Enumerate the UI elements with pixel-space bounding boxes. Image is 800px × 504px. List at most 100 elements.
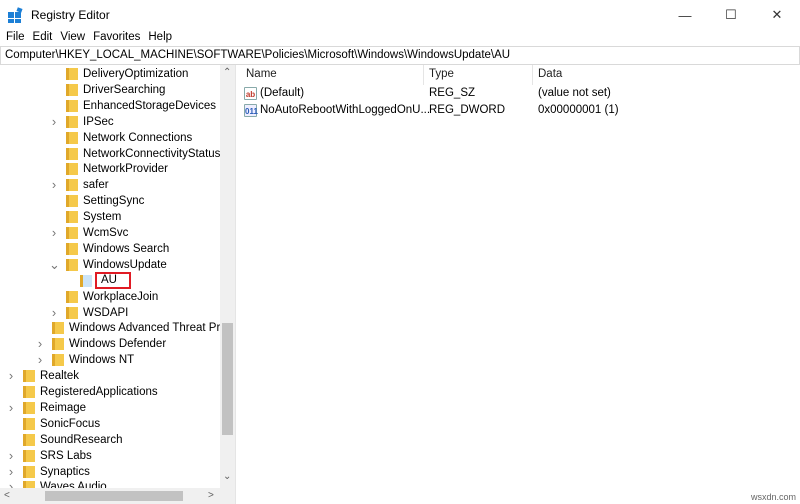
tree-item[interactable]: Synaptics: [23, 464, 92, 480]
tree-item-label: WSDAPI: [83, 306, 129, 319]
tree-vertical-scrollbar[interactable]: ⌃ ⌄: [220, 65, 235, 488]
tree-item-label: Network Connections: [83, 131, 193, 144]
tree-item-label: WcmSvc: [83, 227, 129, 239]
tree-item[interactable]: Windows Search: [66, 241, 171, 257]
menu-view[interactable]: View: [56, 29, 89, 46]
column-data[interactable]: Data: [538, 68, 562, 80]
close-button[interactable]: ✕: [754, 0, 800, 30]
tree-item[interactable]: SRS Labs: [23, 448, 94, 464]
chevron-right-icon[interactable]: ›: [6, 368, 16, 383]
tree-item-label: Reimage: [40, 401, 87, 414]
tree-item-label: SoundResearch: [40, 433, 123, 446]
tree-item[interactable]: Network Connections: [66, 130, 194, 146]
tree-item[interactable]: DeliveryOptimization: [66, 66, 190, 82]
tree-item-label: Windows Defender: [69, 338, 167, 351]
tree-item[interactable]: Windows NT: [52, 352, 136, 368]
tree-item[interactable]: System: [66, 209, 123, 225]
chevron-down-icon[interactable]: ⌄: [49, 257, 60, 273]
tree-item-label: DriverSearching: [83, 83, 166, 96]
address-bar[interactable]: Computer\HKEY_LOCAL_MACHINE\SOFTWARE\Pol…: [0, 46, 800, 65]
folder-icon: [23, 401, 35, 414]
tree-item[interactable]: SoundResearch: [23, 432, 124, 448]
value-name: NoAutoRebootWithLoggedOnU...: [260, 104, 431, 116]
scroll-down-icon[interactable]: ⌄: [223, 471, 231, 482]
menu-help[interactable]: Help: [144, 29, 176, 46]
tree-item[interactable]: WcmSvc: [66, 225, 130, 241]
window-title: Registry Editor: [31, 8, 110, 22]
chevron-right-icon[interactable]: ›: [6, 448, 16, 463]
tree-item-label: System: [83, 211, 122, 224]
folder-icon: [66, 242, 78, 255]
chevron-right-icon[interactable]: ›: [6, 464, 16, 479]
value-name: (Default): [260, 87, 305, 99]
folder-icon: [66, 211, 78, 224]
menu-edit[interactable]: Edit: [29, 29, 57, 46]
tree-item-label: Realtek: [40, 370, 79, 383]
tree-item[interactable]: Windows Advanced Threat Prote: [52, 320, 235, 336]
scrollbar-thumb[interactable]: [45, 491, 183, 501]
tree-item-label: RegisteredApplications: [40, 386, 158, 398]
chevron-right-icon[interactable]: ›: [49, 305, 59, 320]
minimize-button[interactable]: —: [662, 0, 708, 30]
tree-item-label: IPSec: [83, 115, 114, 128]
values-list: Name Type Data ab (Default) REG_SZ (valu…: [240, 65, 800, 504]
folder-icon: [66, 195, 78, 208]
column-name[interactable]: Name: [246, 68, 277, 80]
maximize-button[interactable]: ☐: [708, 0, 754, 30]
dword-value-icon: 011: [244, 104, 258, 117]
tree-item[interactable]: NetworkConnectivityStatusInd: [66, 146, 236, 162]
tree-item[interactable]: SettingSync: [66, 193, 146, 209]
registry-editor-icon: [8, 6, 23, 23]
chevron-right-icon[interactable]: ›: [6, 400, 16, 415]
tree-item[interactable]: WSDAPI: [66, 305, 130, 321]
tree-item[interactable]: EnhancedStorageDevices: [66, 98, 218, 114]
tree-item-label: WindowsUpdate: [83, 258, 167, 271]
tree-item[interactable]: DriverSearching: [66, 82, 167, 98]
folder-icon: [23, 449, 35, 462]
value-row[interactable]: ab (Default) REG_SZ (value not set): [240, 85, 800, 102]
folder-icon: [66, 227, 78, 239]
tree-item[interactable]: Reimage: [23, 400, 88, 416]
watermark: wsxdn.com: [750, 492, 796, 502]
folder-icon: [23, 433, 35, 446]
tree-item-label: SettingSync: [83, 195, 145, 208]
tree-item-label: NetworkConnectivityStatusInd: [83, 147, 236, 160]
key-tree: DeliveryOptimization DriverSearching Enhan…: [0, 65, 236, 504]
value-data: (value not set): [538, 87, 611, 99]
scroll-right-icon[interactable]: >: [208, 490, 214, 501]
value-row[interactable]: 011 NoAutoRebootWithLoggedOnU... REG_DWO…: [240, 102, 800, 119]
tree-item[interactable]: WindowsUpdate: [66, 257, 169, 273]
chevron-right-icon[interactable]: ›: [49, 225, 59, 240]
folder-icon: [66, 179, 78, 192]
tree-item-label: safer: [83, 179, 109, 192]
chevron-right-icon[interactable]: ›: [49, 177, 59, 192]
value-type: REG_DWORD: [429, 104, 506, 116]
tree-item[interactable]: Realtek: [23, 368, 81, 384]
menu-favorites[interactable]: Favorites: [89, 29, 144, 46]
tree-item[interactable]: RegisteredApplications: [23, 384, 160, 400]
tree-item[interactable]: WorkplaceJoin: [66, 289, 160, 305]
chevron-right-icon[interactable]: ›: [49, 114, 59, 129]
tree-item-label: Synaptics: [40, 465, 90, 478]
scroll-left-icon[interactable]: <: [4, 490, 10, 501]
chevron-right-icon[interactable]: ›: [35, 336, 45, 351]
tree-horizontal-scrollbar[interactable]: < >: [0, 488, 235, 504]
tree-item-label: SRS Labs: [40, 449, 92, 462]
list-header: Name Type Data: [240, 65, 800, 85]
folder-icon: [66, 99, 78, 112]
chevron-right-icon[interactable]: ›: [35, 352, 45, 367]
folder-icon: [52, 354, 64, 367]
column-type[interactable]: Type: [429, 68, 454, 80]
tree-item[interactable]: Windows Defender: [52, 336, 168, 352]
folder-icon: [66, 290, 78, 303]
tree-item[interactable]: IPSec: [66, 114, 116, 130]
scroll-up-icon[interactable]: ⌃: [223, 67, 231, 78]
tree-item[interactable]: safer: [66, 177, 111, 193]
folder-icon: [23, 417, 35, 430]
tree-item[interactable]: SonicFocus: [23, 416, 102, 432]
folder-icon: [66, 115, 78, 128]
tree-item[interactable]: NetworkProvider: [66, 161, 170, 177]
menu-file[interactable]: File: [2, 29, 29, 46]
scrollbar-thumb[interactable]: [222, 323, 233, 435]
tree-item[interactable]: AU: [80, 272, 131, 290]
